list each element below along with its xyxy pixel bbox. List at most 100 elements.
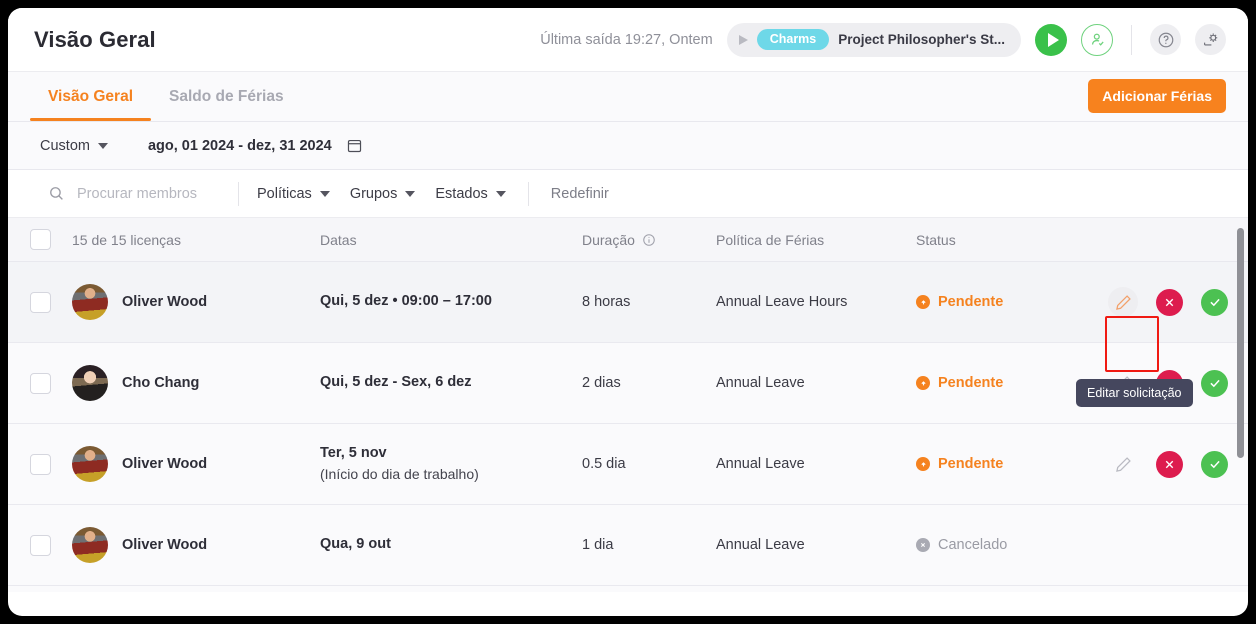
timer-project-chip[interactable]: Charms	[756, 29, 830, 50]
row-policy: Annual Leave	[716, 375, 805, 391]
settings-icon	[1203, 33, 1217, 45]
check-icon	[1209, 379, 1220, 388]
timer-task-label[interactable]: Project Philosopher's St...	[838, 32, 1005, 47]
filter-divider	[527, 181, 529, 206]
edit-request-button[interactable]	[1108, 287, 1138, 317]
start-timer-button[interactable]	[1035, 23, 1067, 56]
tab-list: Visão Geral Saldo de Férias	[30, 72, 302, 121]
avatar	[72, 365, 108, 401]
row-actions	[1108, 287, 1248, 317]
timer-pill[interactable]: Charms Project Philosopher's St...	[726, 22, 1021, 57]
member-name: Oliver Wood	[122, 456, 208, 472]
row-policy: Annual Leave Hours	[716, 294, 848, 310]
status-badge: Pendente	[916, 294, 1108, 310]
select-all-cell	[30, 229, 72, 250]
filter-divider	[238, 181, 239, 206]
cancelled-icon	[916, 538, 930, 552]
table-row[interactable]: Oliver Wood Qua, 9 out 1 dia Annual Leav…	[8, 505, 1248, 586]
row-status: Pendente	[916, 294, 1108, 310]
chevron-down-icon	[405, 190, 416, 197]
filter-label: Grupos	[349, 185, 398, 202]
tab-label: Visão Geral	[48, 87, 134, 105]
table-header-row: 15 de 15 licenças Datas Duração Política…	[8, 218, 1248, 262]
table-row[interactable]: Oliver Wood Qui, 5 dez • 09:00 – 17:00 8…	[8, 262, 1248, 343]
member-name: Oliver Wood	[122, 294, 208, 310]
reject-request-button[interactable]	[1156, 450, 1183, 478]
filter-politicas[interactable]: Políticas	[257, 186, 330, 202]
approve-request-button[interactable]	[1201, 369, 1228, 397]
help-circle-icon	[1158, 32, 1173, 47]
row-checkbox[interactable]	[30, 291, 51, 313]
status-badge: Pendente	[916, 456, 1108, 472]
dates-main: Qui, 5 dez • 09:00 – 17:00	[320, 293, 492, 310]
select-all-checkbox[interactable]	[30, 229, 51, 250]
settings-button[interactable]	[1195, 24, 1226, 55]
dates-main: Ter, 5 nov	[320, 445, 387, 462]
chevron-down-icon	[97, 142, 108, 149]
requests-table: 15 de 15 licenças Datas Duração Política…	[8, 218, 1248, 592]
search-group	[48, 185, 238, 202]
date-range-label[interactable]: ago, 01 2024 - dez, 31 2024	[148, 138, 332, 154]
reject-request-button[interactable]	[1156, 288, 1183, 316]
table-row[interactable]: Cho Chang Qui, 5 dez - Sex, 6 dez 2 dias…	[8, 343, 1248, 424]
calendar-button[interactable]	[346, 137, 363, 154]
help-button[interactable]	[1150, 24, 1181, 55]
avatar	[72, 527, 108, 563]
row-dates: Qui, 5 dez • 09:00 – 17:00	[320, 291, 582, 312]
row-member: Cho Chang	[72, 365, 320, 401]
date-preset-label: Custom	[40, 137, 90, 154]
info-icon[interactable]	[642, 233, 656, 247]
row-select-cell	[30, 453, 72, 475]
dates-main: Qua, 9 out	[320, 536, 391, 553]
page-title: Visão Geral	[34, 26, 156, 52]
tab-bar: Visão Geral Saldo de Férias Adicionar Fé…	[8, 72, 1248, 122]
header-right-group: Última saída 19:27, Ontem Charms Project…	[540, 22, 1226, 57]
row-member: Oliver Wood	[72, 527, 320, 563]
date-preset-dropdown[interactable]: Custom	[40, 138, 108, 154]
filter-estados[interactable]: Estados	[435, 186, 506, 202]
dates-note: (Início do dia de trabalho)	[320, 466, 479, 483]
pending-icon	[916, 457, 930, 471]
header-divider	[1131, 24, 1132, 55]
close-icon	[1165, 460, 1174, 468]
column-header-policy: Política de Férias	[716, 231, 825, 248]
row-dates: Qua, 9 out	[320, 534, 582, 555]
column-header-duration-label: Duração	[582, 231, 635, 248]
row-duration: 0.5 dia	[582, 456, 626, 472]
app-header: Visão Geral Última saída 19:27, Ontem Ch…	[8, 8, 1248, 72]
add-vacation-button[interactable]: Adicionar Férias	[1088, 79, 1226, 113]
row-policy: Annual Leave	[716, 537, 805, 553]
row-checkbox[interactable]	[30, 372, 51, 394]
row-duration: 8 horas	[582, 294, 631, 310]
user-check-button[interactable]	[1081, 23, 1113, 56]
tooltip: Editar solicitação	[1076, 379, 1193, 407]
row-duration: 2 dias	[582, 375, 621, 391]
approve-request-button[interactable]	[1201, 288, 1228, 316]
table-row[interactable]: Oliver Wood Ter, 5 nov (Início do dia de…	[8, 424, 1248, 505]
row-member: Oliver Wood	[72, 446, 320, 482]
approve-request-button[interactable]	[1201, 450, 1228, 478]
date-range-bar: Custom ago, 01 2024 - dez, 31 2024	[8, 122, 1248, 170]
row-checkbox[interactable]	[30, 453, 51, 475]
filter-grupos[interactable]: Grupos	[350, 186, 416, 202]
column-header-duration: Duração	[582, 232, 716, 248]
last-exit-label: Última saída 19:27, Ontem	[540, 31, 713, 48]
status-badge: Cancelado	[916, 537, 1108, 553]
reset-filters-button[interactable]: Redefinir	[551, 186, 609, 202]
calendar-icon	[347, 139, 361, 153]
row-checkbox[interactable]	[30, 534, 51, 556]
column-header-dates: Datas	[320, 231, 357, 248]
member-name: Cho Chang	[122, 375, 200, 391]
chevron-down-icon	[319, 190, 330, 197]
play-button-icon	[1047, 32, 1059, 47]
search-icon	[50, 187, 63, 200]
tab-saldo-de-ferias[interactable]: Saldo de Férias	[151, 72, 302, 121]
close-icon	[1165, 298, 1174, 306]
table-scrollbar[interactable]	[1237, 228, 1244, 458]
pencil-icon	[1115, 456, 1131, 472]
search-input[interactable]	[77, 185, 237, 202]
edit-request-button[interactable]	[1108, 449, 1138, 479]
chevron-down-icon	[495, 190, 506, 197]
avatar	[72, 284, 108, 320]
tab-visao-geral[interactable]: Visão Geral	[30, 72, 152, 121]
